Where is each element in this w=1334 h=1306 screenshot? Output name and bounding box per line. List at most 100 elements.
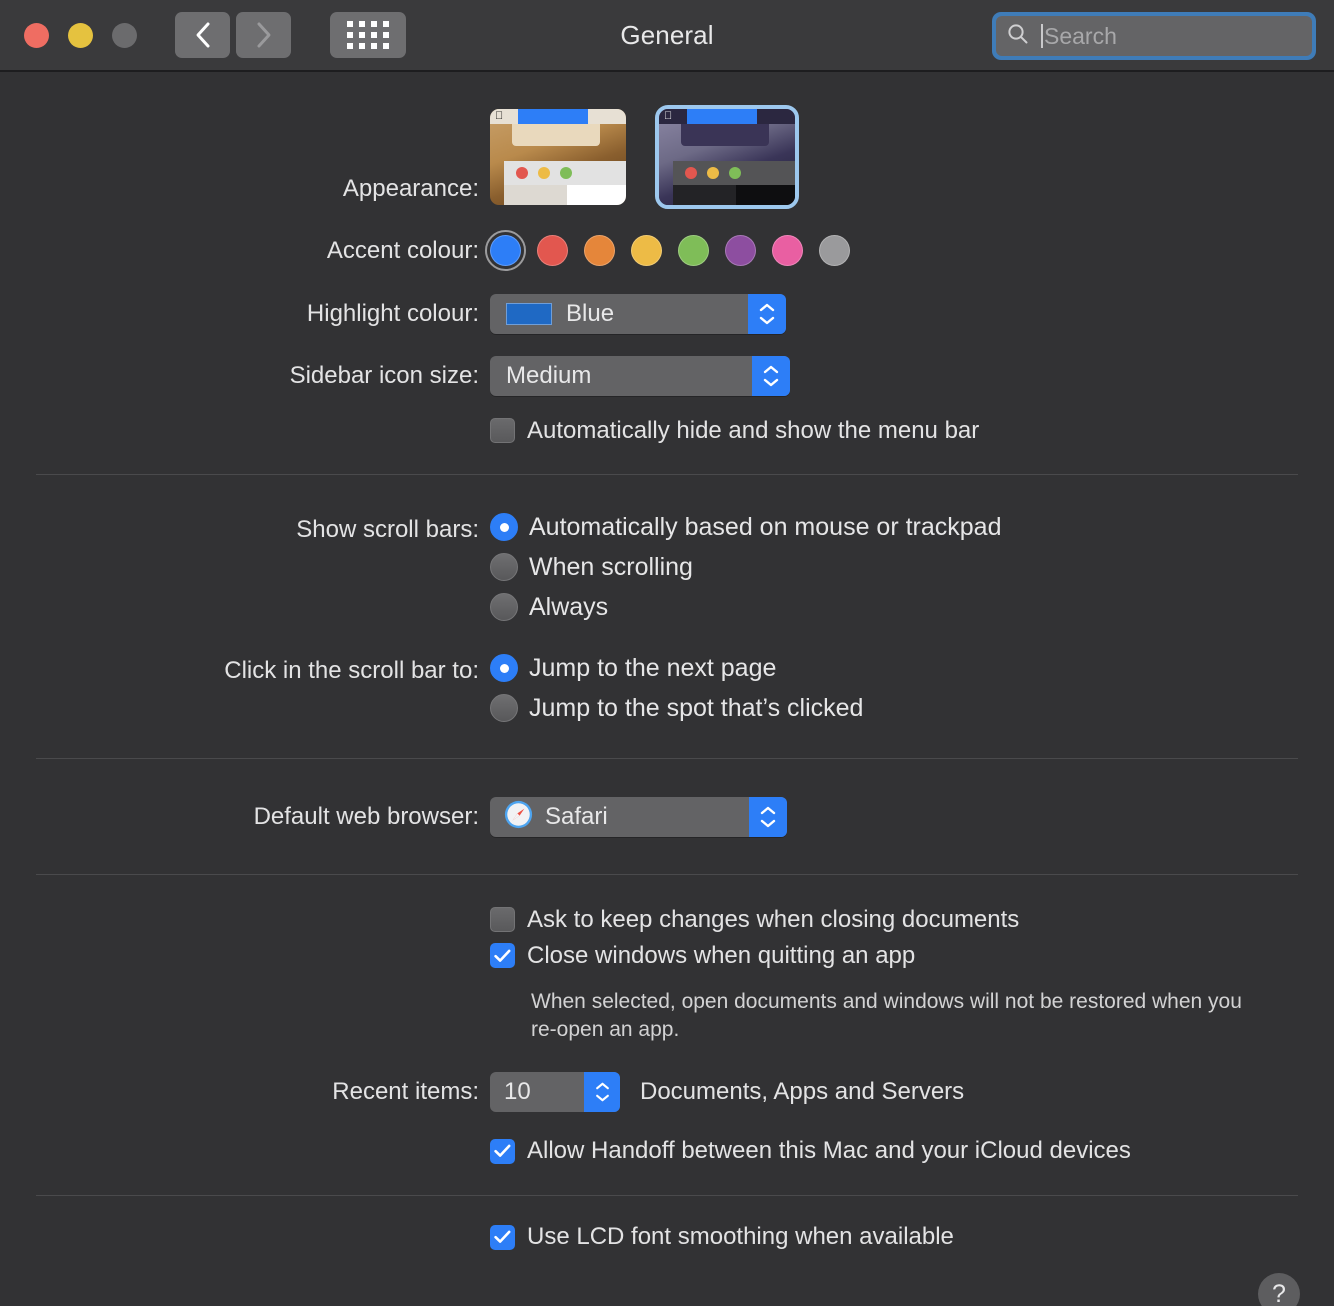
separator (36, 1194, 1298, 1196)
radio-label: When scrolling (529, 552, 693, 581)
checkbox-label: Ask to keep changes when closing documen… (527, 905, 1020, 933)
row-recent-items: Recent items: 10 Documents, Apps and Ser… (0, 1071, 1334, 1112)
separator (36, 874, 1298, 875)
row-document-options: Ask to keep changes when closing documen… (0, 907, 1334, 1044)
show-all-button[interactable] (330, 12, 406, 58)
navigation-buttons (175, 12, 291, 58)
radio-button[interactable] (490, 513, 518, 541)
recent-items-stepper[interactable]: 10 (490, 1071, 620, 1112)
accent-swatch-purple[interactable] (725, 235, 756, 266)
checkbox-box[interactable] (490, 418, 515, 443)
accent-swatch-yellow[interactable] (631, 235, 662, 266)
appearance-options:   (490, 105, 1334, 209)
highlight-colour-value: Blue (566, 300, 615, 327)
row-appearance: Appearance:  (0, 105, 1334, 209)
dark-menubar:  (659, 109, 795, 124)
checkbox-label: Allow Handoff between this Mac and your … (527, 1137, 1131, 1165)
highlight-colour-label: Highlight colour: (306, 300, 479, 327)
checkbox-auto-hide-menu-bar[interactable]: Automatically hide and show the menu bar (490, 418, 1334, 443)
accent-swatch-orange[interactable] (584, 235, 615, 266)
search-placeholder: Search (1044, 22, 1117, 49)
row-show-scroll-bars: Show scroll bars: Automatically based on… (0, 513, 1334, 621)
radio-button[interactable] (490, 694, 518, 722)
radio-scrollbars-automatic[interactable]: Automatically based on mouse or trackpad (490, 513, 1334, 541)
default-web-browser-popup[interactable]: Safari (490, 797, 787, 837)
radio-jump-next-page[interactable]: Jump to the next page (490, 654, 1334, 682)
accent-swatch-red[interactable] (537, 235, 568, 266)
row-default-web-browser: Default web browser: Safari (0, 797, 1334, 837)
checkbox-label: Automatically hide and show the menu bar (527, 416, 980, 444)
recent-items-label: Recent items: (332, 1077, 479, 1105)
accent-swatch-pink[interactable] (772, 235, 803, 266)
light-window-titlebar (504, 161, 626, 185)
traffic-light-controls (24, 22, 137, 48)
radio-jump-to-spot[interactable]: Jump to the spot that’s clicked (490, 694, 1334, 722)
back-arrow-icon (193, 21, 213, 49)
general-preferences-pane: Appearance:  (0, 105, 1334, 1306)
appearance-label: Appearance: (342, 175, 479, 202)
radio-button[interactable] (490, 553, 518, 581)
search-field-focus-ring: Search (992, 12, 1316, 60)
checkbox-box[interactable] (490, 1138, 515, 1164)
accent-swatch-graphite[interactable] (819, 235, 850, 266)
close-window-button[interactable] (24, 22, 49, 48)
radio-label: Always (529, 592, 609, 621)
accent-colour-swatches (485, 230, 1334, 271)
show-scroll-bars-label: Show scroll bars: (296, 516, 479, 543)
sidebar-icon-size-value: Medium (506, 362, 592, 389)
checkmark-icon (494, 1230, 511, 1244)
checkmark-icon (494, 1144, 511, 1158)
sidebar-icon-size-label: Sidebar icon size: (289, 362, 479, 389)
chevron-updown-icon[interactable] (752, 356, 790, 396)
checkbox-box[interactable] (490, 1224, 515, 1250)
checkbox-close-windows-quitting[interactable]: Close windows when quitting an app (490, 943, 1334, 968)
window-toolbar: General Search (0, 0, 1334, 72)
forward-button[interactable] (236, 12, 291, 58)
separator (36, 758, 1298, 759)
close-windows-help-text: When selected, open documents and window… (531, 990, 1242, 1041)
radio-scrollbars-when-scrolling[interactable]: When scrolling (490, 553, 1334, 581)
separator (36, 474, 1298, 475)
default-web-browser-label: Default web browser: (253, 803, 479, 830)
checkbox-label: Close windows when quitting an app (527, 941, 916, 969)
row-highlight-colour: Highlight colour: Blue (0, 294, 1334, 334)
accent-swatch-green[interactable] (678, 235, 709, 266)
checkbox-ask-keep-changes[interactable]: Ask to keep changes when closing documen… (490, 907, 1334, 932)
recent-items-value: 10 (504, 1077, 531, 1105)
appearance-option-dark[interactable]:  (655, 105, 799, 209)
row-sidebar-icon-size: Sidebar icon size: Medium (0, 356, 1334, 396)
text-cursor (1041, 24, 1043, 48)
safari-icon (504, 800, 533, 834)
highlight-colour-swatch (506, 303, 552, 325)
checkbox-label: Use LCD font smoothing when available (527, 1223, 954, 1251)
chevron-updown-icon[interactable] (748, 294, 786, 334)
row-lcd-font-smoothing: Use LCD font smoothing when available (0, 1223, 1334, 1251)
accent-swatch-blue[interactable] (485, 230, 526, 271)
apple-logo-icon:  (495, 111, 503, 122)
checkbox-allow-handoff[interactable]: Allow Handoff between this Mac and your … (490, 1137, 1334, 1165)
checkmark-icon (494, 949, 511, 962)
grid-icon (347, 21, 389, 49)
checkbox-lcd-font-smoothing[interactable]: Use LCD font smoothing when available (490, 1223, 1334, 1251)
checkbox-box[interactable] (490, 907, 515, 932)
recent-items-suffix: Documents, Apps and Servers (640, 1077, 965, 1105)
checkbox-box[interactable] (490, 943, 515, 968)
light-menubar:  (490, 109, 626, 124)
back-button[interactable] (175, 12, 230, 58)
radio-scrollbars-always[interactable]: Always (490, 593, 1334, 621)
appearance-option-light[interactable]:  (490, 109, 626, 205)
sidebar-icon-size-popup[interactable]: Medium (490, 356, 790, 396)
radio-button[interactable] (490, 593, 518, 621)
radio-label: Automatically based on mouse or trackpad (529, 512, 1002, 541)
minimise-window-button[interactable] (68, 22, 93, 48)
search-input[interactable]: Search (996, 16, 1312, 56)
search-icon (1006, 22, 1030, 51)
help-button[interactable]: ? (1258, 1273, 1300, 1306)
row-allow-handoff: Allow Handoff between this Mac and your … (0, 1137, 1334, 1165)
radio-label: Jump to the spot that’s clicked (529, 693, 864, 722)
radio-button[interactable] (490, 654, 518, 682)
zoom-window-button[interactable] (112, 22, 137, 48)
stepper-chevron-updown-icon[interactable] (584, 1071, 620, 1112)
chevron-updown-icon[interactable] (749, 797, 787, 837)
highlight-colour-popup[interactable]: Blue (490, 294, 786, 334)
